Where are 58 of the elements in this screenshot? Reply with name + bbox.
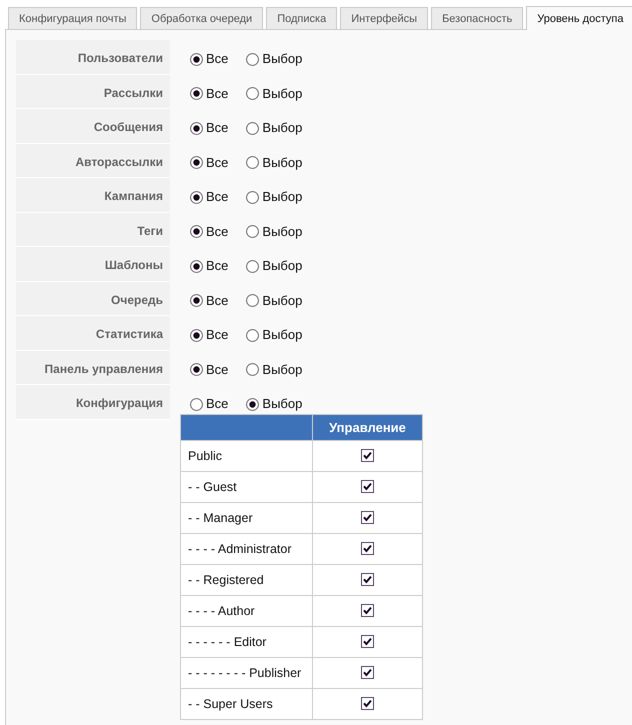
checkbox[interactable] (361, 635, 374, 648)
checkbox[interactable] (361, 511, 374, 524)
radio-option[interactable]: Выбор (246, 224, 302, 240)
group-name: - - - - Author (187, 604, 255, 619)
radio-option[interactable]: Все (190, 224, 228, 240)
radio-option[interactable]: Выбор (246, 154, 302, 170)
radio-option[interactable]: Выбор (246, 258, 302, 274)
checkbox[interactable] (361, 604, 374, 618)
group-name: - - Registered (187, 573, 264, 588)
group-name: - - - - - - - - Publisher (187, 666, 302, 681)
checkbox[interactable] (361, 542, 374, 556)
setting-label: Авторассылки (75, 154, 163, 168)
radio-option[interactable]: Все (190, 154, 228, 170)
checkbox[interactable] (361, 573, 374, 586)
checkbox[interactable] (361, 480, 374, 494)
setting-label: Шаблоны (104, 258, 163, 272)
tab[interactable]: Уровень доступа (526, 6, 632, 30)
tab[interactable]: Подписка (266, 7, 338, 29)
group-name: - - - - Administrator (187, 542, 292, 557)
setting-label: Панель управления (44, 362, 163, 376)
group-name: - - Guest (187, 480, 237, 495)
radio-option[interactable]: Выбор (246, 86, 302, 102)
radio-option[interactable]: Все (190, 396, 228, 412)
radio-option[interactable]: Все (190, 258, 228, 274)
group-name: - - Super Users (187, 697, 273, 712)
radio-option[interactable]: Все (190, 51, 228, 67)
radio-option[interactable]: Выбор (246, 327, 302, 343)
setting-label: Сообщения (94, 120, 163, 134)
radio-option[interactable]: Все (190, 362, 228, 378)
tab[interactable]: Интерфейсы (340, 7, 428, 29)
setting-label: Очередь (111, 292, 163, 306)
group-name: - - - - - - Editor (187, 635, 266, 650)
checkbox[interactable] (361, 697, 374, 710)
radio-option[interactable]: Все (190, 327, 228, 343)
setting-label: Рассылки (104, 86, 163, 100)
group-name: Public (187, 449, 222, 464)
setting-label: Теги (137, 224, 163, 238)
setting-label: Статистика (96, 327, 163, 341)
radio-option[interactable]: Все (190, 189, 228, 205)
tab[interactable]: Конфигурация почты (8, 7, 138, 29)
setting-label: Конфигурация (76, 396, 163, 410)
radio-option[interactable]: Все (190, 292, 228, 308)
radio-option[interactable]: Выбор (246, 51, 302, 67)
radio-option[interactable]: Выбор (246, 292, 302, 308)
radio-option[interactable]: Все (190, 120, 228, 136)
radio-option[interactable]: Выбор (246, 362, 302, 378)
checkbox[interactable] (361, 449, 374, 462)
setting-label: Кампания (104, 189, 163, 203)
column-header: Управление (312, 414, 422, 440)
radio-option[interactable]: Выбор (246, 189, 302, 205)
setting-label: Пользователи (78, 51, 163, 65)
radio-option[interactable]: Выбор (246, 120, 302, 136)
radio-option[interactable]: Выбор (246, 396, 302, 412)
tab[interactable]: Обработка очереди (140, 7, 264, 29)
group-name: - - Manager (187, 511, 253, 526)
tab[interactable]: Безопасность (431, 7, 524, 29)
radio-option[interactable]: Все (190, 86, 228, 102)
checkbox[interactable] (361, 666, 374, 680)
